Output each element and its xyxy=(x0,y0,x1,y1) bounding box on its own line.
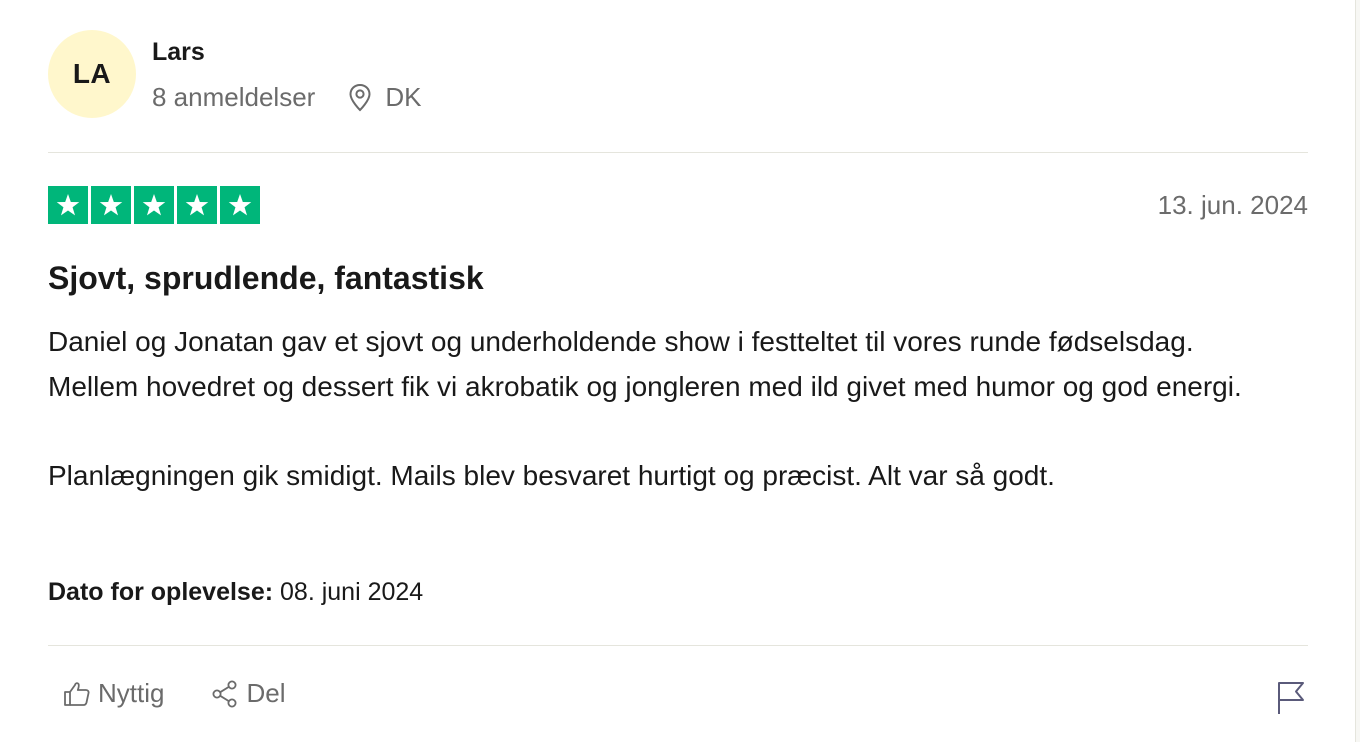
useful-button[interactable]: Nyttig xyxy=(62,678,164,709)
star-rating xyxy=(48,186,260,224)
scrollbar-track[interactable] xyxy=(1355,0,1360,742)
star-icon xyxy=(134,186,174,224)
experience-date-label: Dato for oplevelse: xyxy=(48,578,274,606)
review-count: 8 anmeldelser xyxy=(152,82,316,112)
country-code: DK xyxy=(385,82,422,112)
reviewer-meta: 8 anmeldelser DK xyxy=(152,82,421,113)
location-pin-icon xyxy=(349,83,371,111)
review-date: 13. jun. 2024 xyxy=(1157,190,1308,220)
reviewer-location: DK xyxy=(347,82,421,113)
thumbs-up-icon xyxy=(64,681,90,706)
experience-date-value: 08. juni 2024 xyxy=(280,578,424,606)
share-label: Del xyxy=(246,678,286,708)
reviewer-header: LA Lars 8 anmeldelser DK xyxy=(48,30,1308,120)
review-card: LA Lars 8 anmeldelser DK 13. jun. 2024 S… xyxy=(48,0,1308,742)
star-icon xyxy=(48,186,88,224)
review-title[interactable]: Sjovt, sprudlende, fantastisk xyxy=(48,260,484,297)
avatar[interactable]: LA xyxy=(48,30,136,118)
review-paragraph: Daniel og Jonatan gav et sjovt og underh… xyxy=(48,326,1242,402)
useful-label: Nyttig xyxy=(98,678,165,708)
share-icon xyxy=(212,680,237,707)
star-icon xyxy=(91,186,131,224)
star-icon xyxy=(177,186,217,224)
flag-icon xyxy=(1278,682,1304,714)
divider xyxy=(48,645,1308,646)
review-body: Daniel og Jonatan gav et sjovt og underh… xyxy=(48,320,1278,498)
star-icon xyxy=(220,186,260,224)
experience-date: Dato for oplevelse: 08. juni 2024 xyxy=(48,578,423,607)
divider xyxy=(48,152,1308,153)
review-paragraph: Planlægningen gik smidigt. Mails blev be… xyxy=(48,459,1055,491)
report-button[interactable] xyxy=(1274,680,1308,716)
review-page: LA Lars 8 anmeldelser DK 13. jun. 2024 S… xyxy=(0,0,1360,742)
review-actions: Nyttig Del xyxy=(62,678,285,709)
share-button[interactable]: Del xyxy=(210,678,285,709)
reviewer-name[interactable]: Lars xyxy=(152,38,205,67)
